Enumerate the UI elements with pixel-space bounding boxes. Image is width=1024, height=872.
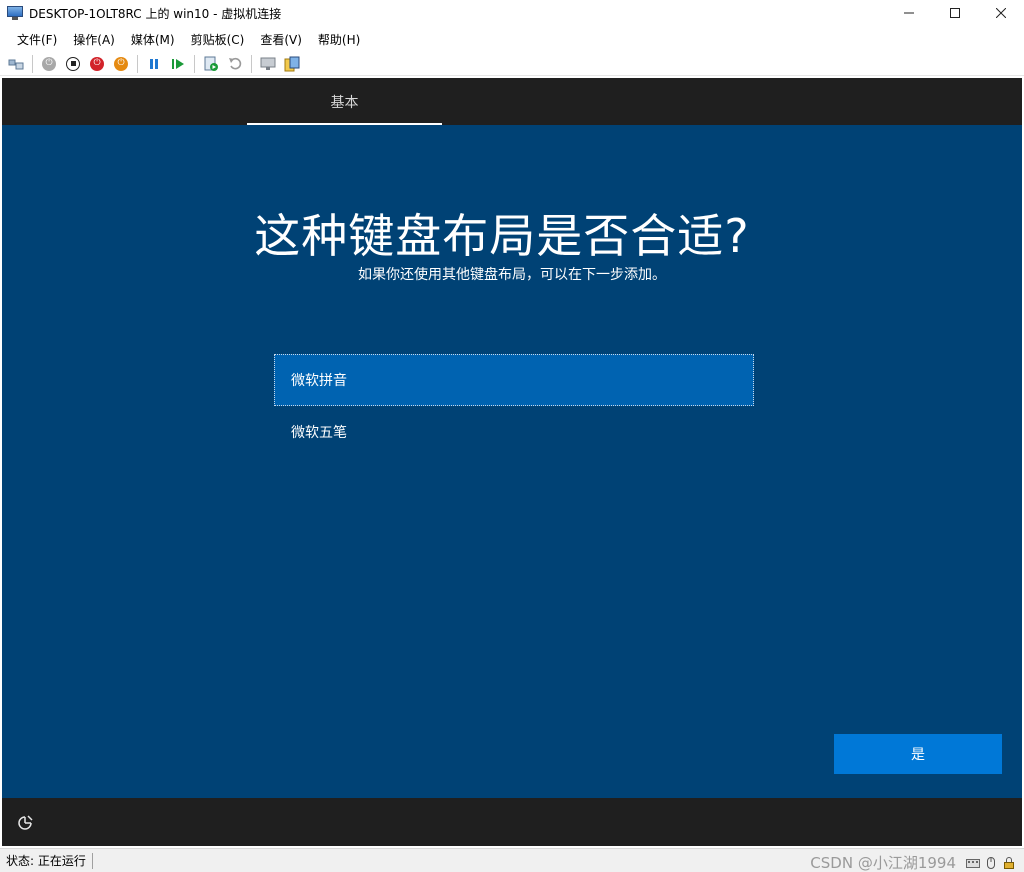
- revert-icon: [229, 57, 242, 69]
- share-icon: [284, 56, 300, 71]
- start-icon: ⏻: [42, 56, 56, 71]
- maximize-icon: [950, 8, 960, 18]
- vm-connect-icon: [7, 6, 23, 20]
- status-right: CSDN @小江湖1994: [810, 852, 1016, 872]
- save-icon: ⏻: [114, 56, 128, 71]
- minimize-button[interactable]: [886, 0, 932, 26]
- toolbar-separator: [137, 54, 138, 73]
- checkpoint-button[interactable]: [201, 54, 221, 74]
- ctrl-alt-del-icon: [8, 59, 24, 69]
- tab-basic: 基本: [330, 94, 359, 111]
- page-title: 这种键盘布局是否合适?: [254, 209, 750, 263]
- menu-help[interactable]: 帮助(H): [310, 29, 368, 50]
- enhanced-session-icon: [260, 57, 276, 70]
- layout-option-label: 微软拼音: [291, 373, 347, 389]
- layout-option-pinyin[interactable]: 微软拼音: [274, 354, 754, 406]
- menu-clipboard[interactable]: 剪贴板(C): [183, 29, 253, 50]
- checkpoint-icon: [204, 56, 218, 71]
- start-button[interactable]: ⏻: [39, 54, 59, 74]
- accessibility-icon[interactable]: [16, 814, 34, 832]
- pause-button[interactable]: [144, 54, 164, 74]
- resume-button[interactable]: [168, 54, 188, 74]
- shutdown-button[interactable]: ⏻: [87, 54, 107, 74]
- oobe-header: 基本: [2, 78, 1022, 125]
- keyboard-icon: [966, 858, 980, 868]
- minimize-icon: [904, 12, 914, 14]
- share-button[interactable]: [282, 54, 302, 74]
- toolbar: ⏻ ⏻ ⏻: [0, 52, 1024, 76]
- keyboard-layout-list: 微软拼音 微软五笔: [274, 354, 754, 458]
- window-controls: [886, 0, 1024, 26]
- save-button[interactable]: ⏻: [111, 54, 131, 74]
- lock-icon: [1004, 856, 1014, 869]
- ctrl-alt-del-button[interactable]: [6, 54, 26, 74]
- title-bar: DESKTOP-1OLT8RC 上的 win10 - 虚拟机连接: [0, 0, 1024, 26]
- turn-off-button[interactable]: [63, 54, 83, 74]
- vm-status: 状态: 正在运行: [6, 852, 93, 869]
- menu-bar: 文件(F) 操作(A) 媒体(M) 剪贴板(C) 查看(V) 帮助(H): [0, 28, 1024, 50]
- enhanced-session-button[interactable]: [258, 54, 278, 74]
- page-subtitle: 如果你还使用其他键盘布局，可以在下一步添加。: [358, 267, 666, 283]
- toolbar-separator: [194, 54, 195, 73]
- mouse-icon: [987, 856, 995, 869]
- shutdown-icon: ⏻: [90, 56, 104, 71]
- pause-icon: [150, 58, 158, 69]
- maximize-button[interactable]: [932, 0, 978, 26]
- menu-view[interactable]: 查看(V): [252, 29, 310, 50]
- vm-screen[interactable]: 基本 这种键盘布局是否合适? 如果你还使用其他键盘布局，可以在下一步添加。 微软…: [2, 78, 1022, 846]
- tab-underline: [247, 123, 442, 125]
- menu-file[interactable]: 文件(F): [9, 29, 65, 50]
- turn-off-icon: [66, 56, 80, 71]
- revert-button[interactable]: [225, 54, 245, 74]
- menu-media[interactable]: 媒体(M): [123, 29, 183, 50]
- oobe-footer: [2, 798, 1022, 846]
- toolbar-separator: [251, 54, 252, 73]
- status-bar: 状态: 正在运行 CSDN @小江湖1994: [0, 848, 1024, 872]
- window-title: DESKTOP-1OLT8RC 上的 win10 - 虚拟机连接: [29, 6, 282, 21]
- toolbar-separator: [32, 54, 33, 73]
- close-button[interactable]: [978, 0, 1024, 26]
- watermark: CSDN @小江湖1994: [810, 854, 956, 872]
- yes-button[interactable]: 是: [834, 734, 1002, 774]
- resume-icon: [172, 58, 184, 69]
- layout-option-label: 微软五笔: [291, 425, 347, 441]
- layout-option-wubi[interactable]: 微软五笔: [274, 406, 754, 458]
- close-icon: [996, 8, 1006, 18]
- menu-action[interactable]: 操作(A): [65, 29, 123, 50]
